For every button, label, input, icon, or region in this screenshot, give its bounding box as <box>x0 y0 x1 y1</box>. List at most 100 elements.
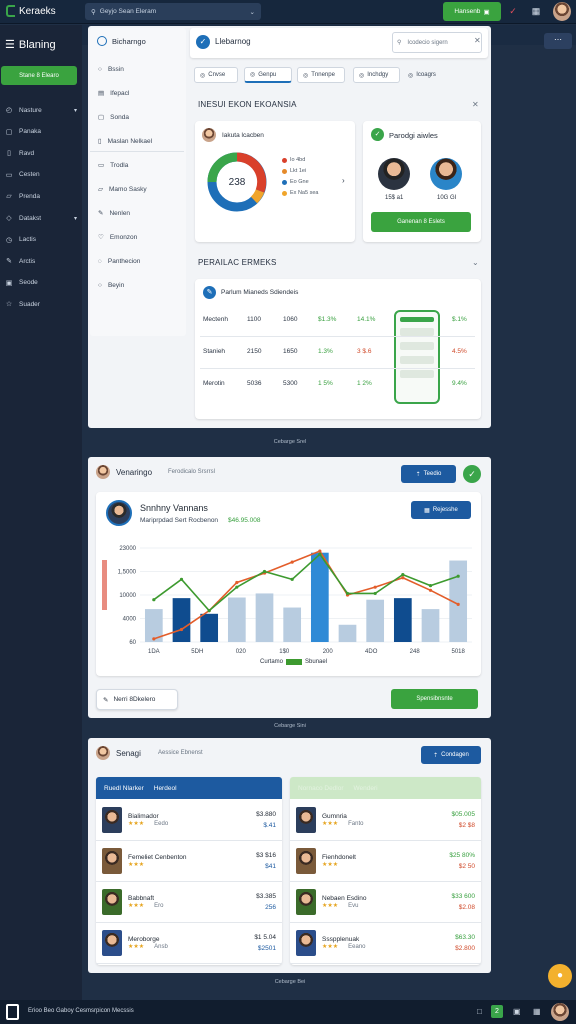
bar <box>366 599 385 642</box>
rating-stars: ★★★ Ansb <box>128 943 168 950</box>
stats-cell-d: 3 $.6 <box>357 348 372 355</box>
series-point <box>235 580 239 585</box>
square-icon: ▢ <box>5 128 13 136</box>
list-item[interactable]: Femeliet Cenbenton ★★★ $3 $16 $41 <box>96 841 282 882</box>
chart-footer-left-button[interactable]: ✎ Nerri 8Dkelero <box>96 689 178 710</box>
bar <box>227 597 246 642</box>
menu-icon[interactable]: ☰ <box>5 38 15 51</box>
left-list-head-2: Herdeol <box>153 784 177 792</box>
check-circle-icon[interactable]: ✓ <box>463 465 481 483</box>
sidebar-item-5[interactable]: ◇ Datakst ▾ <box>5 211 77 225</box>
chart-legend: Curtamo Sbunael <box>260 659 327 665</box>
app-logo[interactable]: Keraeks <box>6 5 56 17</box>
bar <box>393 598 412 642</box>
subnav-item-6[interactable]: ✎ Nenlen <box>98 205 182 221</box>
person-sub: Ero <box>154 903 164 909</box>
edit-icon[interactable]: ✓ <box>196 35 210 49</box>
list-item[interactable]: Bialimador ★★★ Eedo $3.880 $.41 <box>96 800 282 841</box>
sidebar-item-6[interactable]: ◷ Lactis <box>5 233 77 247</box>
chart-card-button-label: Rejesshe <box>432 507 458 513</box>
chart-panel-button[interactable]: ⇡ Teedio <box>401 465 456 483</box>
check-icon[interactable]: ✓ <box>507 5 519 17</box>
series-point <box>428 584 433 588</box>
help-fab-icon[interactable]: ● <box>548 964 572 988</box>
value-secondary: $.41 <box>263 822 276 829</box>
list-panel-button[interactable]: ⇡ Condagen <box>421 746 481 764</box>
tab-0[interactable]: ◎ Cnvse <box>194 67 238 83</box>
chevron-down-icon[interactable]: ▾ <box>74 215 77 222</box>
bar <box>255 593 274 642</box>
subnav-item-2[interactable]: ▢ Sonda <box>98 109 182 125</box>
section-title-2: PERAILAC ERMEKS <box>198 258 277 267</box>
subnav-item-1[interactable]: ▤ Ifepacl <box>98 85 182 101</box>
tab-2[interactable]: ◎ Tnnenpe <box>297 67 345 83</box>
global-search[interactable]: ⚲ Geyjo Sean Eleram ⌄ <box>85 3 261 20</box>
rating-stars-text: ★★★ <box>128 944 145 950</box>
sidebar-item-label: Ravd <box>19 149 35 157</box>
chart-footer-right-button[interactable]: Spensibnsnte <box>391 689 478 709</box>
tab-1[interactable]: ◎ Genpu <box>244 67 292 83</box>
subnav-item-4[interactable]: ▭ Trodla <box>98 157 182 173</box>
chevron-down-icon[interactable]: ⌄ <box>472 258 479 267</box>
list-item[interactable]: Gumnria ★★★ Fanto $05.005 $2 $8 <box>290 800 481 841</box>
sidebar-item-7[interactable]: ✎ Arctis <box>5 254 77 268</box>
more-icon[interactable]: ⋯ <box>544 33 572 49</box>
top-action-button[interactable]: Hansenb ▣ <box>443 2 501 21</box>
close-icon[interactable]: ✕ <box>474 36 481 45</box>
series-point <box>179 627 184 632</box>
list-item[interactable]: Nebaen Esdino ★★★ Evu $33 600 $2.08 <box>290 882 481 923</box>
list-panel-button-label: Condagen <box>441 752 469 758</box>
sidebar-item-9[interactable]: ☆ Suader <box>5 297 77 311</box>
list-item[interactable]: Fienhdonelt ★★★ $25 80% $2 50 <box>290 841 481 882</box>
subnav-item-9[interactable]: ○ Beyin <box>98 277 182 293</box>
panel-icon[interactable]: ▦ <box>530 5 542 17</box>
close-icon[interactable]: ✕ <box>472 100 479 109</box>
donut-center-value: 238 <box>229 177 246 188</box>
phone-mockup <box>394 310 440 404</box>
people-card-button[interactable]: Ganenan 8 Eslets <box>371 212 471 232</box>
legend-label-1: Curtamo <box>260 659 284 665</box>
sidebar-item-3[interactable]: ▭ Cesten <box>5 168 77 182</box>
grid-icon[interactable]: ▦ <box>533 1007 541 1016</box>
sidebar-item-4[interactable]: ▱ Prenda <box>5 189 77 203</box>
y-tick-label: 10000 <box>119 593 136 599</box>
subnav-item-5[interactable]: ▱ Mamo Sasky <box>98 181 182 197</box>
gauge-icon: ◴ <box>5 107 13 114</box>
sidebar-item-1[interactable]: ▢ Panaka <box>5 125 77 139</box>
subnav-item-7[interactable]: ♡ Emonzon <box>98 229 182 245</box>
chevron-down-icon[interactable]: ▾ <box>74 107 77 114</box>
square-icon[interactable]: □ <box>477 1007 482 1016</box>
sidebar-item-8[interactable]: ▣ Seode <box>5 276 77 290</box>
rating-stars: ★★★ Eeano <box>322 943 366 950</box>
chart-card-button[interactable]: ▦ Rejesshe <box>411 501 471 519</box>
user-avatar[interactable] <box>553 2 571 21</box>
box-icon[interactable]: ▣ <box>513 1007 521 1016</box>
main-search-input[interactable]: ⚲ Icodecio sigern <box>392 32 482 53</box>
sidebar-header: ☰ Blaning <box>5 38 56 52</box>
list-item[interactable]: Meroborge ★★★ Ansb $1 5.04 $2501 <box>96 923 282 964</box>
stats-divider <box>200 336 475 337</box>
list-item[interactable]: Babbnaft ★★★ Ero $3.385 256 <box>96 882 282 923</box>
chevron-right-icon[interactable]: › <box>342 176 345 185</box>
donut-legend-label: Lkt 1ei <box>290 168 307 174</box>
sidebar-primary-button[interactable]: Stane 8 Elearo <box>1 66 77 85</box>
app-icon[interactable] <box>6 1004 19 1020</box>
subnav-item-0[interactable]: ○ Bssin <box>98 61 182 77</box>
user-avatar[interactable] <box>551 1003 569 1021</box>
tab-icon: ◎ <box>408 72 414 79</box>
sidebar-item-2[interactable]: ▯ Ravd <box>5 146 77 160</box>
chart-panel-title: Venaringo <box>116 468 153 477</box>
subnav-item-3[interactable]: ▯ Maslan Nelkael <box>98 133 182 149</box>
chevron-down-icon[interactable]: ⌄ <box>250 8 255 16</box>
tab-4[interactable]: ◎ Icoagrs <box>403 67 453 83</box>
list-item[interactable]: Ssspplenuak ★★★ Eeano $63.30 $2.800 <box>290 923 481 964</box>
person-sub: Eeano <box>348 944 366 950</box>
sidebar-item-0[interactable]: ◴ Nasture ▾ <box>5 103 77 117</box>
subnav-item-8[interactable]: ◌ Panthecion <box>98 253 182 269</box>
people-card-title: Parodgi aiwles <box>389 131 438 140</box>
list-panel-subtitle: Aessice Ebnenst <box>158 750 203 756</box>
tab-3[interactable]: ◎ Inchdgy <box>353 67 400 83</box>
badge-icon[interactable]: 2 <box>491 1005 503 1018</box>
value-secondary: 256 <box>265 904 276 911</box>
donut-chart: 238 <box>207 152 267 212</box>
